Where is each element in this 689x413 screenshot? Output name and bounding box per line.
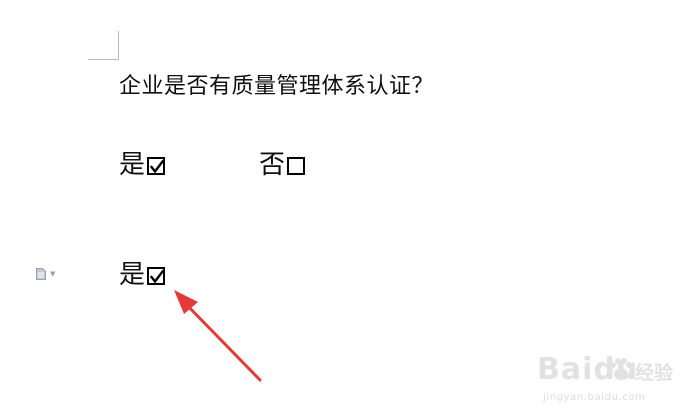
option-no[interactable]: 否 bbox=[259, 150, 306, 180]
paw-logo-icon bbox=[610, 358, 632, 380]
paragraph-options[interactable]: ▼ bbox=[36, 268, 55, 280]
checked-checkbox[interactable] bbox=[147, 157, 166, 175]
baidu-jingyan-watermark: Baidu 经验 jingyan.baidu.com bbox=[501, 352, 681, 410]
caret-down-icon: ▼ bbox=[50, 270, 56, 278]
red-annotation-arrow bbox=[174, 290, 262, 382]
option-yes[interactable]: 是 bbox=[119, 150, 166, 180]
document-icon bbox=[36, 268, 46, 280]
margin-corner-mark bbox=[88, 59, 118, 60]
check-mark-icon bbox=[149, 159, 165, 174]
option-no-label: 否 bbox=[259, 150, 286, 180]
option-yes-label: 是 bbox=[119, 150, 146, 180]
option-yes-inserted-label: 是 bbox=[119, 260, 146, 290]
option-yes-inserted[interactable]: 是 bbox=[119, 260, 166, 290]
watermark-url: jingyan.baidu.com bbox=[543, 392, 646, 403]
watermark-brand-cn: 经验 bbox=[635, 362, 674, 384]
margin-corner-mark-vertical bbox=[118, 31, 119, 60]
question-text[interactable]: 企业是否有质量管理体系认证？ bbox=[119, 76, 434, 98]
unchecked-checkbox[interactable] bbox=[287, 157, 306, 175]
